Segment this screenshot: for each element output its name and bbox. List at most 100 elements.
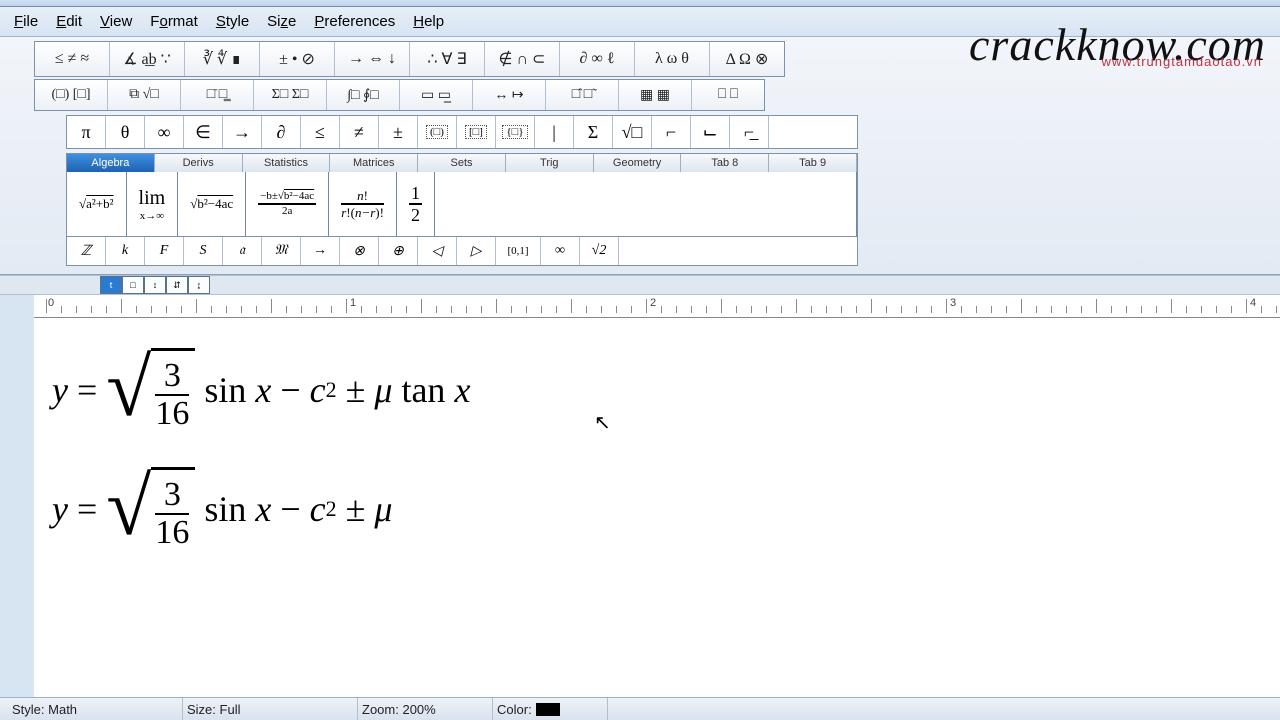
ruler-label-1: 1 [350,297,356,309]
sym-ltri[interactable]: ◁ [418,237,457,265]
fav-floor[interactable]: ⌙ [691,116,730,148]
sym-interval[interactable]: [0,1] [496,237,541,265]
mode-4[interactable]: ↨ [188,276,210,294]
palette-relations[interactable]: ≤ ≠ ≈ [35,42,110,76]
template-boxes[interactable]: ⎕ ⎕ [692,80,764,110]
sym-fraka[interactable]: 𝔞 [223,237,262,265]
menu-bar: File Edit View Format Style Size Prefere… [0,7,1280,37]
sym-infty[interactable]: ∞ [541,237,580,265]
equation-canvas[interactable]: y = √316 sin x − c2 ± μ tan x y = √316 s… [34,318,1280,698]
watermark-url: www.trungtamdaotao.vn [1102,54,1262,69]
palette-embellish[interactable]: ∛ ∜ ∎ [185,42,260,76]
fav-pm[interactable]: ± [379,116,418,148]
fav-infty[interactable]: ∞ [145,116,184,148]
ruler[interactable]: 0 1 2 3 4 [34,295,1280,318]
fav-ne[interactable]: ≠ [340,116,379,148]
fav-partial[interactable]: ∂ [262,116,301,148]
status-style: Style: Math [8,698,183,720]
menu-file[interactable]: File [14,13,38,30]
fav-brace[interactable]: {□} [496,116,535,148]
ruler-label-0: 0 [48,297,54,309]
fav-ceil[interactable]: ⌐ [652,116,691,148]
sym-oplus[interactable]: ⊕ [379,237,418,265]
palette-arrows[interactable]: → ⇔ ↓ [335,42,410,76]
sym-F[interactable]: F [145,237,184,265]
menu-style[interactable]: Style [216,13,249,30]
tab-8[interactable]: Tab 8 [681,154,769,172]
template-bars[interactable]: ▭ ▭̲ [400,80,473,110]
sym-otimes[interactable]: ⊗ [340,237,379,265]
sym-empty [619,237,857,265]
sym-rtri[interactable]: ▷ [457,237,496,265]
expr-combination[interactable]: n!r!(n−r)! [329,172,397,236]
fav-blank [769,116,857,148]
toolbar-row-1: ≤ ≠ ≈ ∡ a͟b ∵ ∛ ∜ ∎ ± • ⊘ → ⇔ ↓ ∴ ∀ ∃ ∉ … [34,41,1276,77]
palette-greek-uc[interactable]: Δ Ω ⊗ [710,42,784,76]
sym-frakM[interactable]: 𝔐 [262,237,301,265]
sym-arrow[interactable]: → [301,237,340,265]
palette-set[interactable]: ∉ ∩ ⊂ [485,42,560,76]
tab-mode-row: t □ ↕ ⇵ ↨ [0,275,1280,295]
menu-preferences[interactable]: Preferences [314,13,395,30]
palette-spaces[interactable]: ∡ a͟b ∵ [110,42,185,76]
fav-theta[interactable]: θ [106,116,145,148]
template-scripts[interactable]: □̄ □͇ [181,80,254,110]
menu-edit[interactable]: Edit [56,13,82,30]
palette-greek-lc[interactable]: λ ω θ [635,42,710,76]
mode-text[interactable]: t [100,276,122,294]
title-bar [0,0,1280,7]
sym-Z[interactable]: ℤ [67,237,106,265]
palette-misc[interactable]: ∂ ∞ ℓ [560,42,635,76]
equation-2[interactable]: y = √316 sin x − c2 ± μ [52,467,1262,550]
expr-discriminant[interactable]: √b²−4ac [178,172,246,236]
template-fractions[interactable]: ⧉ √□ [108,80,181,110]
tab-algebra[interactable]: Algebra [67,154,155,172]
expr-empty [435,172,857,236]
fav-pi[interactable]: π [67,116,106,148]
category-tabs: Algebra Derivs Statistics Matrices Sets … [66,153,858,172]
toolbar-row-2: (□) [□] ⧉ √□ □̄ □͇ Σ□ Σ□ ∫□ ∮□ ▭ ▭̲ ↔ ↦ … [34,79,1276,111]
fav-arrow[interactable]: → [223,116,262,148]
mode-3[interactable]: ⇵ [166,276,188,294]
fav-in[interactable]: ∈ [184,116,223,148]
tab-trig[interactable]: Trig [506,154,594,172]
expr-limit[interactable]: limx→∞ [127,172,179,236]
tab-matrices[interactable]: Matrices [330,154,418,172]
tab-sets[interactable]: Sets [418,154,506,172]
ruler-label-4: 4 [1250,297,1256,309]
ruler-label-3: 3 [950,297,956,309]
fav-bracket[interactable]: [□] [457,116,496,148]
mode-1[interactable]: □ [122,276,144,294]
template-fences[interactable]: (□) [□] [35,80,108,110]
mode-2[interactable]: ↕ [144,276,166,294]
tab-derivs[interactable]: Derivs [155,154,243,172]
expr-pythag[interactable]: √a²+b² [67,172,127,236]
palette-logical[interactable]: ∴ ∀ ∃ [410,42,485,76]
fav-corner[interactable]: ⌐̲ [730,116,769,148]
template-labeled-arrows[interactable]: ↔ ↦ [473,80,546,110]
template-hats[interactable]: □̂ □̃ [546,80,619,110]
fav-paren[interactable]: (□) [418,116,457,148]
symbol-row: ℤ k F S 𝔞 𝔐 → ⊗ ⊕ ◁ ▷ [0,1] ∞ √2 [66,237,858,266]
palette-operators[interactable]: ± • ⊘ [260,42,335,76]
template-matrices[interactable]: ▦ ▦ [619,80,692,110]
sym-sqrt2[interactable]: √2 [580,237,619,265]
tab-statistics[interactable]: Statistics [243,154,331,172]
equation-1[interactable]: y = √316 sin x − c2 ± μ tan x [52,348,1262,431]
template-integrals[interactable]: ∫□ ∮□ [327,80,400,110]
fav-bar[interactable]: | [535,116,574,148]
menu-help[interactable]: Help [413,13,444,30]
fav-sqrt[interactable]: √□ [613,116,652,148]
template-sums[interactable]: Σ□ Σ□ [254,80,327,110]
menu-size[interactable]: Size [267,13,296,30]
expr-quadratic[interactable]: −b±√b²−4ac2a [246,172,329,236]
fav-sigma[interactable]: Σ [574,116,613,148]
menu-view[interactable]: View [100,13,132,30]
sym-S[interactable]: S [184,237,223,265]
fav-le[interactable]: ≤ [301,116,340,148]
tab-geometry[interactable]: Geometry [594,154,682,172]
expr-half[interactable]: 12 [397,172,435,236]
sym-k[interactable]: k [106,237,145,265]
menu-format[interactable]: Format [150,13,198,30]
tab-9[interactable]: Tab 9 [769,154,857,172]
